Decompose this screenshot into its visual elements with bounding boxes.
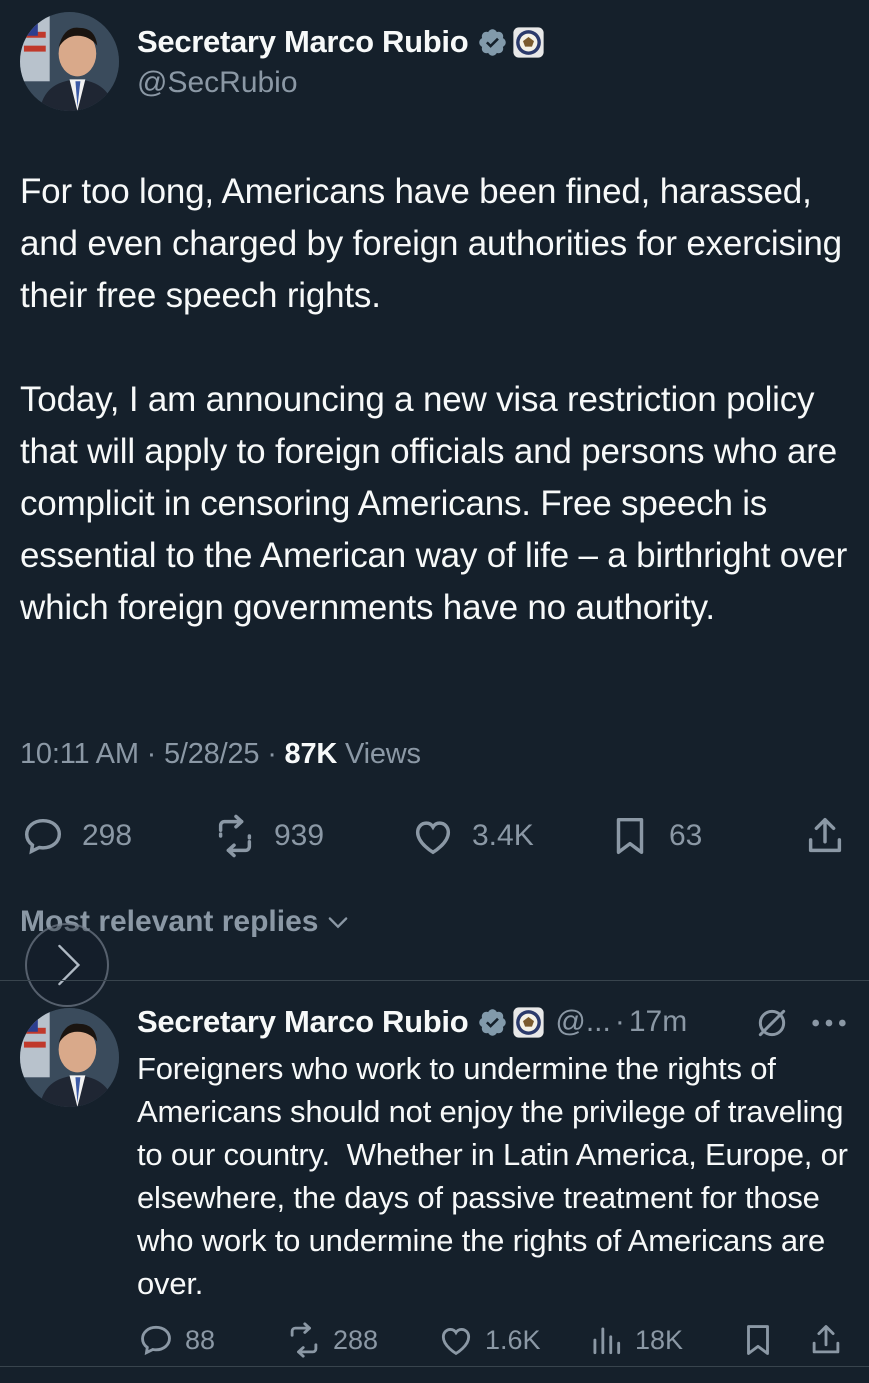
reply-separator: · <box>614 1005 625 1038</box>
chevron-right-icon <box>58 944 81 986</box>
post-text: For too long, Americans have been fined,… <box>20 172 848 627</box>
reply-views-button[interactable]: 18K <box>587 1318 683 1362</box>
bookmark-icon <box>747 1325 769 1355</box>
verified-badge-icon <box>479 1008 507 1036</box>
reply-action-bar: 88 288 1.6K 18K <box>137 1318 852 1362</box>
share-icon <box>812 1325 840 1354</box>
reply-button[interactable]: 298 <box>20 810 132 862</box>
section-divider <box>0 980 869 981</box>
next-arrow-button[interactable] <box>25 923 109 1007</box>
chevron-down-icon <box>329 917 348 929</box>
meta-separator: · <box>267 738 277 770</box>
reply-age[interactable]: 17m <box>629 1005 687 1039</box>
reply-author-avatar[interactable] <box>20 1008 119 1107</box>
reply-text: Foreigners who work to undermine the rig… <box>137 1051 857 1301</box>
repost-count: 939 <box>274 819 325 852</box>
more-icon[interactable] <box>809 1006 849 1040</box>
share-icon <box>808 817 842 853</box>
reply-repost-count: 288 <box>333 1324 379 1355</box>
reply-count: 298 <box>82 819 133 852</box>
post-time[interactable]: 10:11 AM <box>20 738 139 770</box>
reply-bookmark-button[interactable] <box>739 1318 777 1362</box>
reply-icon <box>141 1325 171 1356</box>
repost-icon <box>290 1322 318 1358</box>
author-name[interactable]: Secretary Marco Rubio <box>137 24 469 60</box>
reply-reply-button[interactable]: 88 <box>137 1318 215 1362</box>
post-meta: 10:11 AM · 5/28/25 · 87K Views <box>20 738 421 771</box>
tweet-detail-page: Secretary Marco Rubio @SecRubio For too … <box>0 0 869 1383</box>
bottom-divider <box>0 1366 869 1367</box>
views-count: 87K <box>284 738 338 770</box>
state-department-seal-icon <box>513 26 544 58</box>
reply-share-button[interactable] <box>807 1318 845 1362</box>
bookmark-icon <box>616 817 644 855</box>
views-label: Views <box>344 738 421 770</box>
reply-repost-button[interactable]: 288 <box>285 1318 378 1362</box>
bookmark-button[interactable]: 63 <box>607 810 702 862</box>
verified-badge-icon <box>479 28 507 56</box>
author-handle[interactable]: @SecRubio <box>137 66 545 100</box>
share-button[interactable] <box>802 810 848 862</box>
reply-like-button[interactable]: 1.6K <box>437 1318 541 1362</box>
post-header: Secretary Marco Rubio @SecRubio <box>20 12 545 112</box>
grok-icon[interactable] <box>752 1003 792 1043</box>
reply-icon <box>24 818 62 855</box>
like-icon <box>441 1327 471 1356</box>
reply-like-count: 1.6K <box>485 1324 541 1355</box>
repost-icon <box>218 814 252 858</box>
repost-button[interactable]: 939 <box>212 810 324 862</box>
reply-header: Secretary Marco Rubio @... · 17m <box>137 1000 852 1044</box>
state-department-seal-icon <box>513 1006 544 1038</box>
reply-reply-count: 88 <box>185 1324 216 1355</box>
like-button[interactable]: 3.4K <box>410 810 534 862</box>
like-count: 3.4K <box>472 819 534 852</box>
bookmark-count: 63 <box>669 819 703 852</box>
like-icon <box>415 821 451 855</box>
author-avatar[interactable] <box>20 12 119 111</box>
meta-separator: · <box>146 738 157 770</box>
post-date[interactable]: 5/28/25 <box>164 738 260 770</box>
reply-author-name[interactable]: Secretary Marco Rubio <box>137 1004 469 1040</box>
post-action-bar: 298 939 3.4K 63 <box>20 810 850 862</box>
reply-handle[interactable]: @... <box>555 1005 610 1039</box>
reply-views-count: 18K <box>635 1324 684 1355</box>
views-icon <box>593 1327 621 1355</box>
